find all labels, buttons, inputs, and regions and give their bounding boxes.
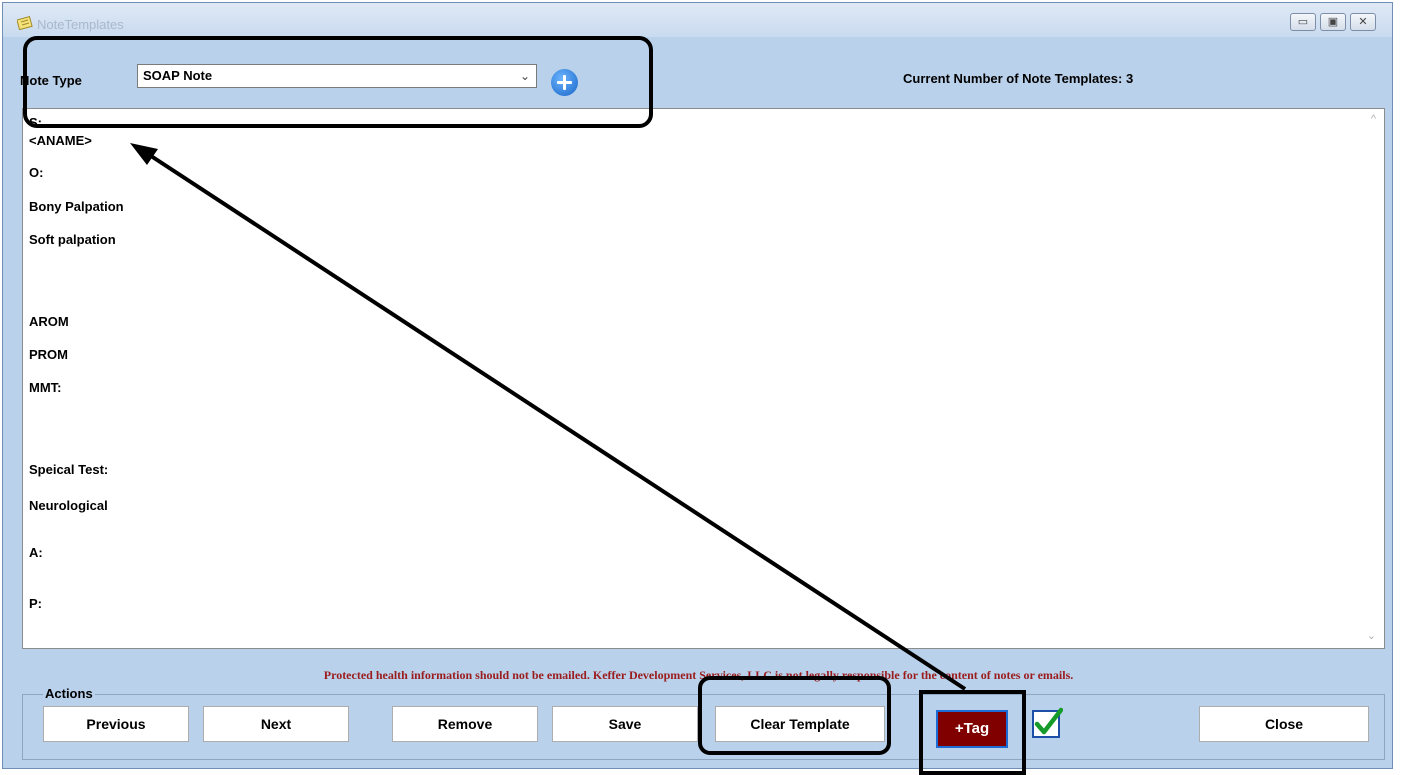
template-line: <ANAME> (29, 133, 92, 148)
template-text-area[interactable]: S: <ANAME> O: Bony Palpation Soft palpat… (22, 108, 1385, 649)
previous-button[interactable]: Previous (43, 706, 189, 742)
chevron-down-icon: ⌄ (519, 69, 530, 83)
template-line: Neurological (29, 498, 108, 513)
template-line: A: (29, 545, 43, 560)
note-type-value: SOAP Note (143, 68, 213, 83)
add-note-type-button[interactable] (551, 69, 578, 96)
template-line: PROM (29, 347, 68, 362)
note-type-select[interactable]: SOAP Note ⌄ (137, 64, 537, 88)
minimize-button[interactable]: ▭ (1290, 13, 1316, 31)
phi-disclaimer: Protected health information should not … (323, 668, 1074, 682)
clear-template-button[interactable]: Clear Template (715, 706, 885, 742)
template-line: Soft palpation (29, 232, 116, 247)
add-tag-button[interactable]: +Tag (936, 710, 1008, 748)
template-line: Bony Palpation (29, 199, 124, 214)
checkmark-icon[interactable] (1031, 707, 1063, 739)
close-button[interactable]: Close (1199, 706, 1369, 742)
close-window-button[interactable]: ✕ (1350, 13, 1376, 31)
note-icon (17, 16, 33, 30)
remove-button[interactable]: Remove (392, 706, 538, 742)
template-line: Speical Test: (29, 462, 109, 477)
scroll-down-arrow[interactable]: ⌄ (1367, 629, 1376, 642)
template-line: AROM (29, 314, 69, 329)
template-line: O: (29, 165, 44, 180)
save-button[interactable]: Save (552, 706, 698, 742)
window-title: NoteTemplates (37, 17, 124, 32)
scroll-up-arrow[interactable]: ^ (1371, 113, 1376, 125)
actions-group-title: Actions (43, 686, 95, 701)
template-line: P: (29, 596, 42, 611)
note-templates-window: NoteTemplates ▭ ▣ ✕ Note Type SOAP Note … (2, 2, 1393, 769)
next-button[interactable]: Next (203, 706, 349, 742)
maximize-button[interactable]: ▣ (1320, 13, 1346, 31)
template-line: MMT: (29, 380, 62, 395)
template-line: S: (29, 115, 42, 130)
template-count: Current Number of Note Templates: 3 (903, 71, 1134, 86)
title-bar: NoteTemplates ▭ ▣ ✕ (3, 3, 1392, 37)
note-type-label: Note Type (20, 73, 82, 88)
